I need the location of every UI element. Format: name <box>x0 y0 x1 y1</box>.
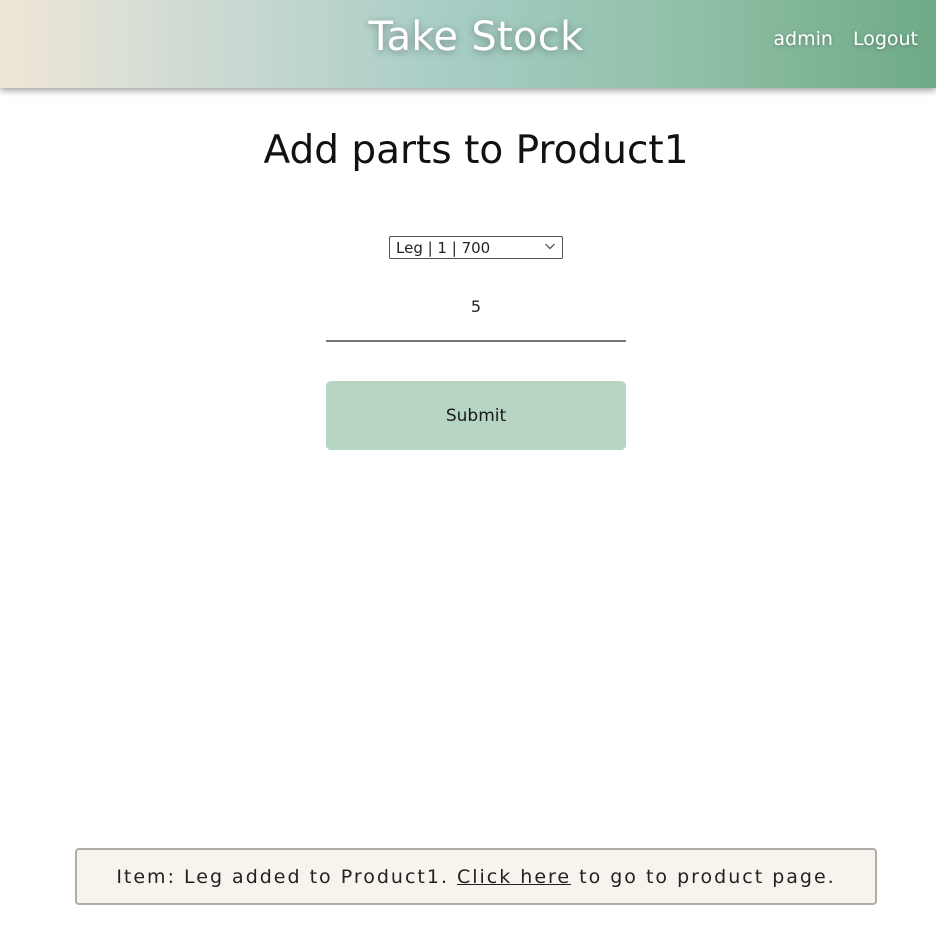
alert-suffix: to go to product page. <box>579 865 836 888</box>
chevron-down-icon <box>545 243 555 250</box>
nav-logout-link[interactable]: Logout <box>853 28 918 50</box>
product-page-link[interactable]: Click here <box>457 866 571 888</box>
submit-button[interactable]: Submit <box>326 381 626 450</box>
nav-user-link[interactable]: admin <box>773 28 833 50</box>
part-select[interactable]: Leg | 1 | 700 <box>389 236 563 259</box>
top-header: Take Stock admin Logout <box>0 0 936 88</box>
success-alert: Item: Leg added to Product1. Click here … <box>75 848 877 905</box>
quantity-input[interactable] <box>326 288 626 342</box>
page-title: Add parts to Product1 <box>263 128 689 173</box>
part-select-value: Leg | 1 | 700 <box>396 238 491 257</box>
alert-message: Item: Leg added to Product1. <box>116 865 449 888</box>
header-nav: admin Logout <box>773 28 918 50</box>
